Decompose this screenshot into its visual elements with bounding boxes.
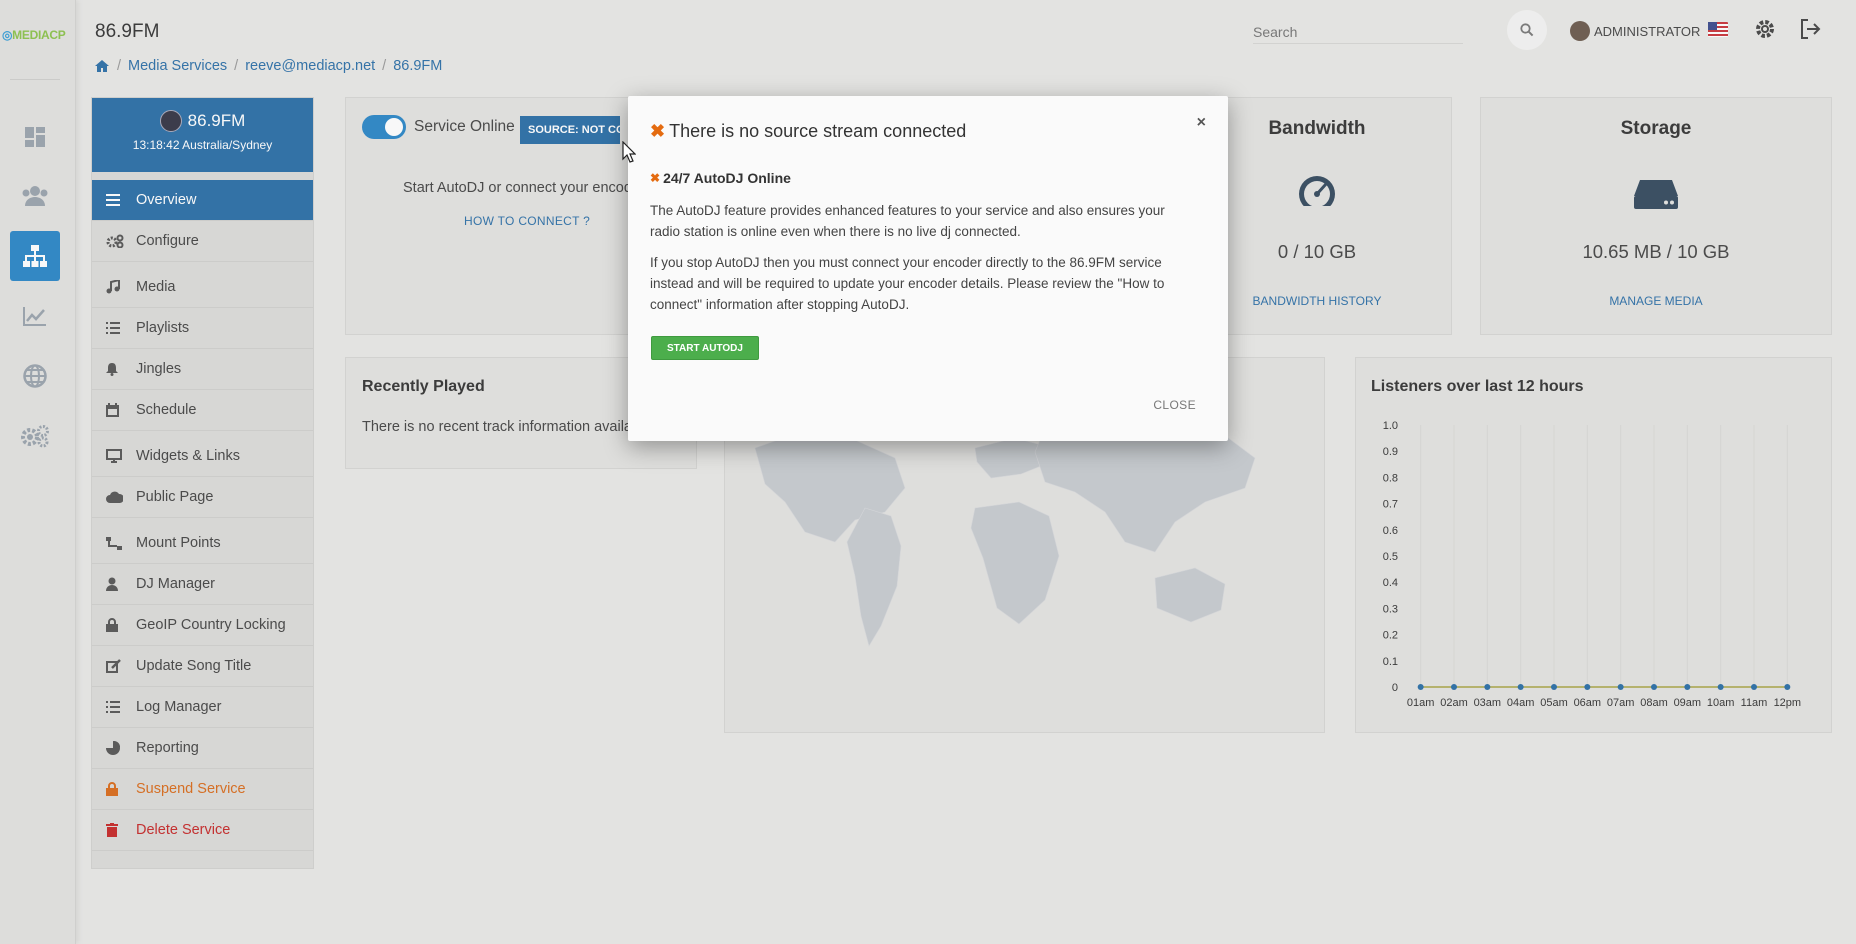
modal-paragraph-2: If you stop AutoDJ then you must connect… [650,255,1165,312]
modal-title: ✖ There is no source stream connected [650,121,967,141]
close-icon[interactable]: × [1197,114,1206,132]
warning-x-icon: ✖ [650,121,666,141]
modal-paragraph-1: The AutoDJ feature provides enhanced fea… [650,203,1165,239]
mouse-cursor-icon [622,141,636,163]
modal-subtitle: ✖ 24/7 AutoDJ Online [650,170,791,186]
close-button[interactable]: CLOSE [1153,398,1196,412]
no-source-modal: ✖ There is no source stream connected × … [628,96,1228,441]
warning-x-icon: ✖ [650,171,661,185]
start-autodj-button[interactable]: START AUTODJ [651,336,759,360]
